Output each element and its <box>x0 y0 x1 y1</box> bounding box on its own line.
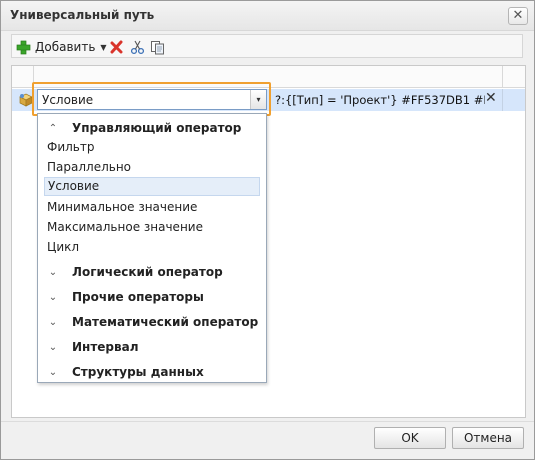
add-icon <box>16 40 31 54</box>
delete-icon <box>110 40 123 54</box>
list-item[interactable]: Цикл <box>44 238 260 257</box>
list-item[interactable]: Параллельно <box>44 158 260 177</box>
group-header-control-operator[interactable]: ⌃ Управляющий оператор <box>38 118 266 138</box>
group-header-data-structures[interactable]: ⌄ Структуры данных <box>38 362 266 382</box>
close-button[interactable]: ✕ <box>508 7 528 25</box>
expression-value[interactable]: ?:{[Тип] = 'Проект'} #FF537DB1 #FF€ ⋯ <box>275 93 485 107</box>
copy-icon <box>151 40 164 54</box>
chevron-down-icon: ⌄ <box>48 341 58 353</box>
chevron-down-icon: ⌄ <box>48 366 58 378</box>
list-item[interactable]: Минимальное значение <box>44 198 260 217</box>
ok-button[interactable]: OK <box>374 427 446 449</box>
toolbar: Добавить ▼ <box>11 34 523 58</box>
close-icon: ✕ <box>512 8 524 23</box>
operator-combobox[interactable]: Условие ▾ <box>37 89 267 110</box>
cancel-button[interactable]: Отмена <box>452 427 524 449</box>
column-separator <box>502 66 503 88</box>
clear-icon[interactable]: ✕ <box>485 90 497 106</box>
dialog-title: Универсальный путь <box>10 8 155 22</box>
cut-icon <box>130 40 145 54</box>
dialog-window: Универсальный путь ✕ Добавить ▼ ?:{[Тип]… <box>0 0 535 460</box>
list-item[interactable]: Максимальное значение <box>44 218 260 237</box>
group-header-math-operator[interactable]: ⌄ Математический оператор <box>38 312 266 332</box>
combobox-dropdown-button[interactable]: ▾ <box>250 90 266 109</box>
footer-divider <box>1 421 534 422</box>
group-label: Структуры данных <box>72 365 204 379</box>
title-bar: Универсальный путь ✕ <box>1 1 534 31</box>
column-separator <box>502 89 503 111</box>
list-item-selected[interactable]: Условие <box>44 177 260 196</box>
chevron-up-icon: ⌃ <box>48 122 58 134</box>
delete-button[interactable] <box>110 38 124 56</box>
group-header-logical-operator[interactable]: ⌄ Логический оператор <box>38 262 266 282</box>
chevron-down-icon: ⌄ <box>48 266 58 278</box>
chevron-down-icon: ⌄ <box>48 316 58 328</box>
add-button-label: Добавить <box>35 40 96 54</box>
chevron-down-icon: ▾ <box>256 95 261 104</box>
cut-button[interactable] <box>130 38 145 56</box>
chevron-down-icon: ⌄ <box>48 291 58 303</box>
operator-dropdown-list: ⌃ Управляющий оператор Фильтр Параллельн… <box>37 113 267 383</box>
list-item[interactable]: Фильтр <box>44 138 260 157</box>
copy-button[interactable] <box>150 38 165 56</box>
group-label: Прочие операторы <box>72 290 204 304</box>
group-header-interval[interactable]: ⌄ Интервал <box>38 337 266 357</box>
group-label: Интервал <box>72 340 139 354</box>
group-label: Логический оператор <box>72 265 223 279</box>
chevron-down-icon: ▼ <box>100 42 107 52</box>
group-label: Управляющий оператор <box>72 121 242 135</box>
combobox-value: Условие <box>42 93 94 107</box>
group-label: Математический оператор <box>72 315 259 329</box>
add-button[interactable]: Добавить ▼ <box>16 38 107 56</box>
group-header-other-operators[interactable]: ⌄ Прочие операторы <box>38 287 266 307</box>
